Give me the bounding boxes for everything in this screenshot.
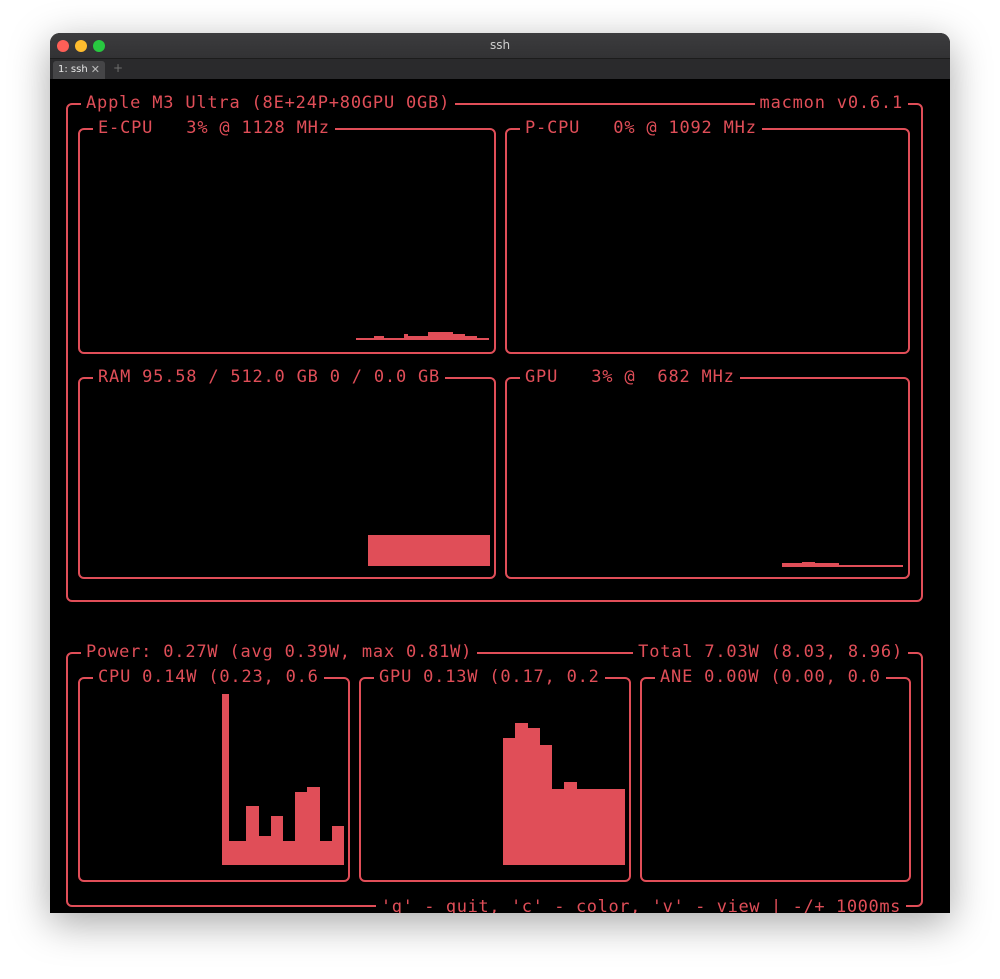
power-total: Total 7.03W (8.03, 8.96) [633, 643, 908, 661]
cpu-power-panel: CPU 0.14W (0.23, 0.6 [78, 668, 350, 882]
gpu-power-panel: GPU 0.13W (0.17, 0.2 [359, 668, 631, 882]
ram-panel: RAM 95.58 / 512.0 GB 0 / 0.0 GB [78, 368, 496, 579]
cpu-power-label: CPU 0.14W (0.23, 0.6 [93, 668, 324, 686]
new-tab-button[interactable]: + [113, 61, 123, 75]
ane-power-label: ANE 0.00W (0.00, 0.0 [655, 668, 886, 686]
gpu-power-label: GPU 0.13W (0.17, 0.2 [374, 668, 605, 686]
pcpu-label: P-CPU 0% @ 1092 MHz [520, 119, 762, 137]
terminal-window: ssh 1: ssh ✕ + Apple M3 Ultra (8E+24P+80… [50, 33, 950, 913]
power-header: Power: 0.27W (avg 0.39W, max 0.81W) [81, 643, 478, 661]
ane-power-chart [652, 689, 903, 865]
system-pane: Apple M3 Ultra (8E+24P+80GPU 0GB) macmon… [66, 94, 923, 602]
title-bar: ssh [50, 33, 950, 58]
window-title: ssh [489, 38, 511, 52]
terminal-content[interactable]: Apple M3 Ultra (8E+24P+80GPU 0GB) macmon… [50, 79, 950, 913]
tab-label: 1: ssh [58, 64, 88, 75]
gpu-chart [517, 389, 903, 567]
gpu-power-chart [371, 689, 626, 865]
gpu-power-history-bar [618, 789, 626, 865]
pcpu-chart [517, 140, 902, 340]
system-header: Apple M3 Ultra (8E+24P+80GPU 0GB) [81, 94, 456, 112]
gpu-history-bar [898, 565, 903, 567]
ecpu-label: E-CPU 3% @ 1128 MHz [93, 119, 335, 137]
gpu-panel: GPU 3% @ 682 MHz [505, 368, 910, 579]
cpu-power-history-bar [337, 826, 345, 865]
macmon-version: macmon v0.6.1 [754, 94, 908, 112]
ecpu-chart [90, 140, 489, 340]
tab-ssh[interactable]: 1: ssh ✕ [53, 61, 105, 79]
tab-bar: 1: ssh ✕ + [50, 58, 950, 80]
ane-power-panel: ANE 0.00W (0.00, 0.0 [640, 668, 911, 882]
cpu-power-history-bar [222, 694, 229, 865]
pcpu-panel: P-CPU 0% @ 1092 MHz [505, 119, 910, 354]
tab-close-icon[interactable]: ✕ [91, 61, 100, 79]
cpu-power-chart [90, 689, 345, 865]
power-pane: Power: 0.27W (avg 0.39W, max 0.81W) Tota… [66, 643, 923, 913]
ram-label: RAM 95.58 / 512.0 GB 0 / 0.0 GB [93, 368, 446, 386]
gpu-label: GPU 3% @ 682 MHz [520, 368, 740, 386]
keybinding-help: 'q' - quit, 'c' - color, 'v' - view | -/… [375, 898, 906, 913]
ram-usage-bar [368, 535, 490, 566]
ecpu-history-bar [485, 338, 489, 340]
ecpu-panel: E-CPU 3% @ 1128 MHz [78, 119, 496, 354]
